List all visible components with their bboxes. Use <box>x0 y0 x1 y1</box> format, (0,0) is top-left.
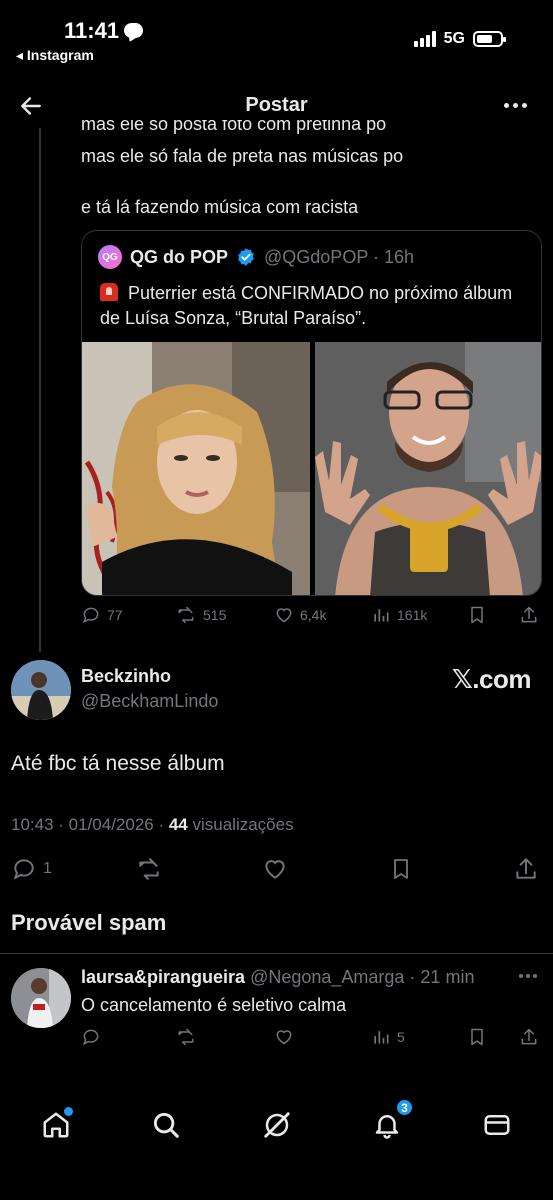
search-icon <box>153 1112 179 1138</box>
reply-views-count: 5 <box>397 1029 405 1045</box>
reply-actions: 5 <box>81 1027 542 1053</box>
reply-icon <box>13 859 34 880</box>
main-reply-button[interactable]: 1 <box>11 856 52 882</box>
mail-icon <box>484 1115 510 1135</box>
post-timestamp: 10:43 · 01/04/2026 · <box>11 815 169 834</box>
nav-messages[interactable] <box>482 1110 512 1140</box>
main-post-text: Até fbc tá nesse álbum <box>11 752 225 775</box>
views-button[interactable]: 161k <box>371 605 427 625</box>
reply-text: O cancelamento é seletivo calma <box>81 995 347 1015</box>
share-icon[interactable] <box>513 856 539 882</box>
heart-icon <box>276 608 292 623</box>
quoted-image-right[interactable] <box>315 342 541 595</box>
repost-icon[interactable] <box>175 1027 197 1047</box>
divider <box>0 953 553 954</box>
reply-handle-time: @Negona_Amarga · 21 min <box>245 967 475 987</box>
quoted-name: QG do POP <box>130 246 229 267</box>
author-handle[interactable]: @BeckhamLindo <box>81 691 218 712</box>
quoted-avatar: QG <box>98 245 122 269</box>
heart-icon[interactable] <box>274 1027 294 1047</box>
views-icon <box>374 609 389 622</box>
like-button[interactable]: 6,4k <box>274 605 326 625</box>
nav-grok[interactable] <box>262 1110 292 1140</box>
author-avatar-image <box>11 660 71 720</box>
thread-connector-line <box>39 128 41 652</box>
repost-count: 515 <box>203 607 227 623</box>
x-com-watermark: 𝕏.com <box>451 664 532 694</box>
reply-avatar[interactable] <box>11 968 71 1028</box>
network-type: 5G <box>443 30 465 47</box>
reply-icon[interactable] <box>81 1027 101 1047</box>
post-meta: 10:43 · 01/04/2026 · 44 visualizações <box>11 815 294 835</box>
views-icon <box>374 1031 389 1044</box>
notifications-badge: 3 <box>395 1098 414 1117</box>
quoted-image-left[interactable] <box>82 342 310 595</box>
woman-portrait-image <box>82 342 310 595</box>
status-right: 5G <box>413 30 506 48</box>
reply-count: 77 <box>107 607 123 623</box>
battery-icon <box>473 31 506 47</box>
like-count: 6,4k <box>300 607 327 623</box>
page-title: Postar <box>245 94 308 116</box>
status-bar: 11:41 ◂ Instagram 5G <box>0 0 553 72</box>
bookmark-icon[interactable] <box>467 1027 487 1047</box>
grok-icon <box>264 1112 290 1138</box>
quoted-post-header: QG QG do POP @QGdoPOP · 16h <box>98 245 414 269</box>
verified-badge-icon <box>238 248 254 266</box>
signal-icon <box>413 31 436 47</box>
parent-post-actions: 77 515 6,4k 161k <box>81 602 542 628</box>
quoted-text: Puterrier está CONFIRMADO no próximo álb… <box>100 283 513 328</box>
repost-icon <box>178 606 194 624</box>
reply-icon <box>83 607 99 624</box>
reply-more-icon[interactable] <box>519 974 537 978</box>
main-reply-count: 1 <box>43 860 52 877</box>
nav-search[interactable] <box>151 1110 181 1140</box>
bookmark-icon[interactable] <box>467 605 487 625</box>
views-count: 161k <box>397 607 428 623</box>
reply-button[interactable]: 77 <box>81 605 123 625</box>
author-name[interactable]: Beckzinho <box>81 666 171 687</box>
nav-notifications[interactable]: 3 <box>372 1098 414 1140</box>
reply-name[interactable]: laursa&pirangueira <box>81 967 245 987</box>
repost-button[interactable]: 515 <box>175 605 226 625</box>
share-icon[interactable] <box>519 605 539 625</box>
back-to-instagram-link[interactable]: ◂ Instagram <box>16 47 94 64</box>
quoted-post-card[interactable]: QG QG do POP @QGdoPOP · 16h Puterrier es… <box>81 230 542 596</box>
heart-icon[interactable] <box>262 856 288 882</box>
bookmark-icon[interactable] <box>389 856 413 882</box>
views-label: visualizações <box>187 815 294 834</box>
nav-home[interactable] <box>41 1107 73 1140</box>
parent-post-cut-line: mas ele só posta foto com pretinha po <box>81 120 387 134</box>
status-time: 11:41 <box>64 18 120 43</box>
main-post-actions: 1 <box>11 854 541 884</box>
man-portrait-image <box>315 342 541 595</box>
reply-header: laursa&pirangueira @Negona_Amarga · 21 m… <box>81 967 474 988</box>
cut-text-wrapper: mas ele só posta foto com pretinha po <box>81 120 541 140</box>
reply-views-button[interactable]: 5 <box>371 1027 405 1047</box>
quoted-handle-time: @QGdoPOP · 16h <box>264 246 415 267</box>
reply-avatar-image <box>11 968 71 1028</box>
views-number: 44 <box>168 815 188 834</box>
repost-icon[interactable] <box>135 856 163 882</box>
parent-post-line-1: mas ele só fala de preta nas músicas po <box>81 146 404 166</box>
spam-section-title: Provável spam <box>11 910 167 935</box>
author-row: Beckzinho @BeckhamLindo 𝕏.com <box>11 658 541 720</box>
quoted-text-wrapper: Puterrier está CONFIRMADO no próximo álb… <box>100 281 530 331</box>
message-bubble-icon <box>124 23 143 38</box>
more-options-icon[interactable] <box>504 103 527 108</box>
home-notification-dot <box>64 1107 73 1116</box>
parent-post-line-2: e tá lá fazendo música com racista <box>81 197 359 217</box>
siren-icon <box>100 283 118 301</box>
bottom-nav: 3 <box>0 1098 553 1154</box>
author-avatar[interactable] <box>11 660 71 720</box>
share-icon[interactable] <box>519 1027 539 1047</box>
